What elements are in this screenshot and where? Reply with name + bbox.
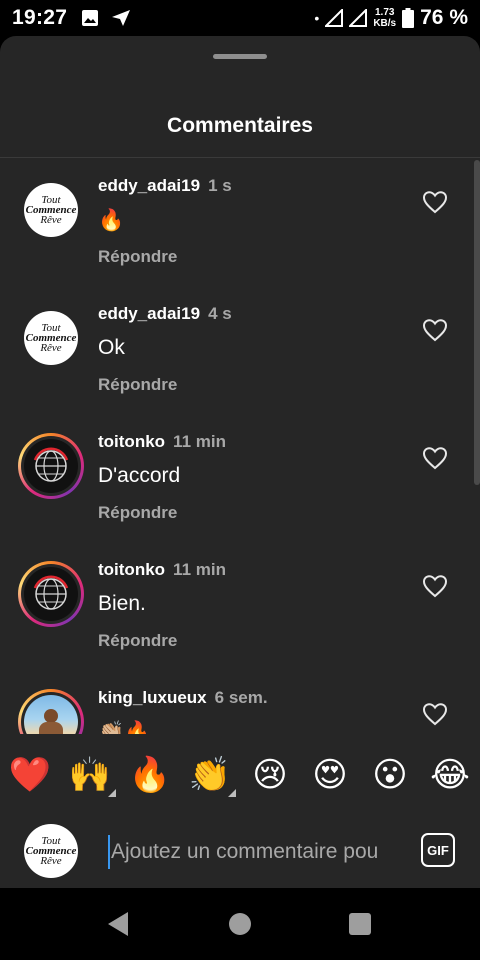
comment-username[interactable]: eddy_adai19 <box>98 304 200 323</box>
heart-eyes-emoji[interactable]: 😍 <box>300 745 360 805</box>
comment-item: king_luxueux 6 sem. 👏🏼🔥 <box>0 670 480 734</box>
comment-time: 1 s <box>208 176 232 195</box>
comment-item: Tout Commence Rêve eddy_adai19 1 s 🔥 Répo… <box>0 158 480 286</box>
tears-of-joy-emoji[interactable]: 😂 <box>420 745 480 805</box>
android-nav-bar <box>0 888 480 960</box>
send-icon <box>112 10 131 26</box>
avatar[interactable] <box>18 433 84 499</box>
sheet-title: Commentaires <box>167 114 313 137</box>
comment-text: Ok <box>98 336 125 359</box>
comment-item: Tout Commence Rêve eddy_adai19 4 s Ok Rép… <box>0 286 480 414</box>
emoji-quick-bar: ❤️ 🙌 🔥 👏 😢 😍 😮 😂 <box>0 734 480 816</box>
comment-time: 11 min <box>173 560 226 579</box>
raising-hands-emoji[interactable]: 🙌 <box>60 745 120 805</box>
clapping-hands-emoji[interactable]: 👏 <box>180 745 240 805</box>
net-speed-value: 1.73 <box>374 7 395 18</box>
comment-username[interactable]: king_luxueux <box>98 688 207 707</box>
reply-button[interactable]: Répondre <box>98 503 177 523</box>
avatar[interactable]: Tout Commence Rêve <box>24 311 78 365</box>
comment-time: 6 sem. <box>214 688 268 707</box>
globe-icon <box>33 575 69 610</box>
comment-header: eddy_adai19 1 s <box>98 176 232 196</box>
toitonko-globe-logo <box>24 439 78 493</box>
fire-emoji[interactable]: 🔥 <box>120 745 180 805</box>
notification-icons <box>81 9 131 27</box>
signal-icon-1 <box>325 9 344 27</box>
comments-sheet: Commentaires Tout Commence Rêve eddy_ada… <box>0 36 480 888</box>
tout-commence-logo: Tout Commence Rêve <box>25 194 77 226</box>
globe-icon <box>33 447 69 482</box>
red-heart-emoji[interactable]: ❤️ <box>0 745 60 805</box>
avatar[interactable] <box>18 561 84 627</box>
comment-header: eddy_adai19 4 s <box>98 304 232 324</box>
comment-text: 👏🏼🔥 <box>98 720 151 734</box>
toitonko-globe-logo <box>24 567 78 621</box>
like-heart-icon[interactable] <box>422 190 448 214</box>
current-user-avatar[interactable]: Tout Commence Rêve <box>24 824 78 878</box>
comment-text: 🔥 <box>98 208 125 232</box>
avatar[interactable] <box>18 689 84 734</box>
net-speed: 1.73 KB/s <box>373 7 396 29</box>
status-time: 19:27 <box>12 6 68 29</box>
signal-icon-2 <box>349 9 368 27</box>
status-bar: 19:27 • 1.73 KB/s 76 % <box>0 0 480 36</box>
comment-input[interactable] <box>108 835 398 869</box>
tout-commence-logo: Tout Commence Rêve <box>25 835 77 867</box>
like-heart-icon[interactable] <box>422 446 448 470</box>
comment-time: 11 min <box>173 432 226 451</box>
tout-commence-logo: Tout Commence Rêve <box>25 322 77 354</box>
skin-tone-indicator <box>108 789 116 797</box>
status-right: • 1.73 KB/s 76 % <box>314 6 468 30</box>
comment-username[interactable]: eddy_adai19 <box>98 176 200 195</box>
like-heart-icon[interactable] <box>422 702 448 726</box>
gif-button[interactable]: GIF <box>421 833 455 867</box>
comments-list[interactable]: Tout Commence Rêve eddy_adai19 1 s 🔥 Répo… <box>0 158 480 734</box>
crying-face-emoji[interactable]: 😢 <box>240 745 300 805</box>
comment-item: toitonko 11 min Bien. Répondre <box>0 542 480 670</box>
skin-tone-indicator <box>228 789 236 797</box>
comment-text: D'accord <box>98 464 181 487</box>
home-icon[interactable] <box>229 913 251 935</box>
net-speed-unit: KB/s <box>373 18 397 29</box>
comment-username[interactable]: toitonko <box>98 432 165 451</box>
recent-apps-icon[interactable] <box>349 913 371 935</box>
gallery-icon <box>82 10 99 26</box>
comment-time: 4 s <box>208 304 232 323</box>
drag-handle[interactable] <box>213 54 267 59</box>
comment-text: Bien. <box>98 592 146 615</box>
comment-header: toitonko 11 min <box>98 560 226 580</box>
reply-button[interactable]: Répondre <box>98 247 177 267</box>
reply-button[interactable]: Répondre <box>98 375 177 395</box>
beach-photo <box>24 695 78 734</box>
comment-composer: Tout Commence Rêve GIF <box>0 816 480 888</box>
comment-header: toitonko 11 min <box>98 432 226 452</box>
battery-percent: 76 % <box>420 6 468 29</box>
notification-dot: • <box>314 10 320 26</box>
back-icon[interactable] <box>108 912 128 936</box>
avatar[interactable]: Tout Commence Rêve <box>24 183 78 237</box>
battery-icon <box>402 8 415 28</box>
like-heart-icon[interactable] <box>422 574 448 598</box>
reply-button[interactable]: Répondre <box>98 631 177 651</box>
comment-username[interactable]: toitonko <box>98 560 165 579</box>
comment-item: toitonko 11 min D'accord Répondre <box>0 414 480 542</box>
like-heart-icon[interactable] <box>422 318 448 342</box>
comment-header: king_luxueux 6 sem. <box>98 688 268 708</box>
surprised-face-emoji[interactable]: 😮 <box>360 745 420 805</box>
